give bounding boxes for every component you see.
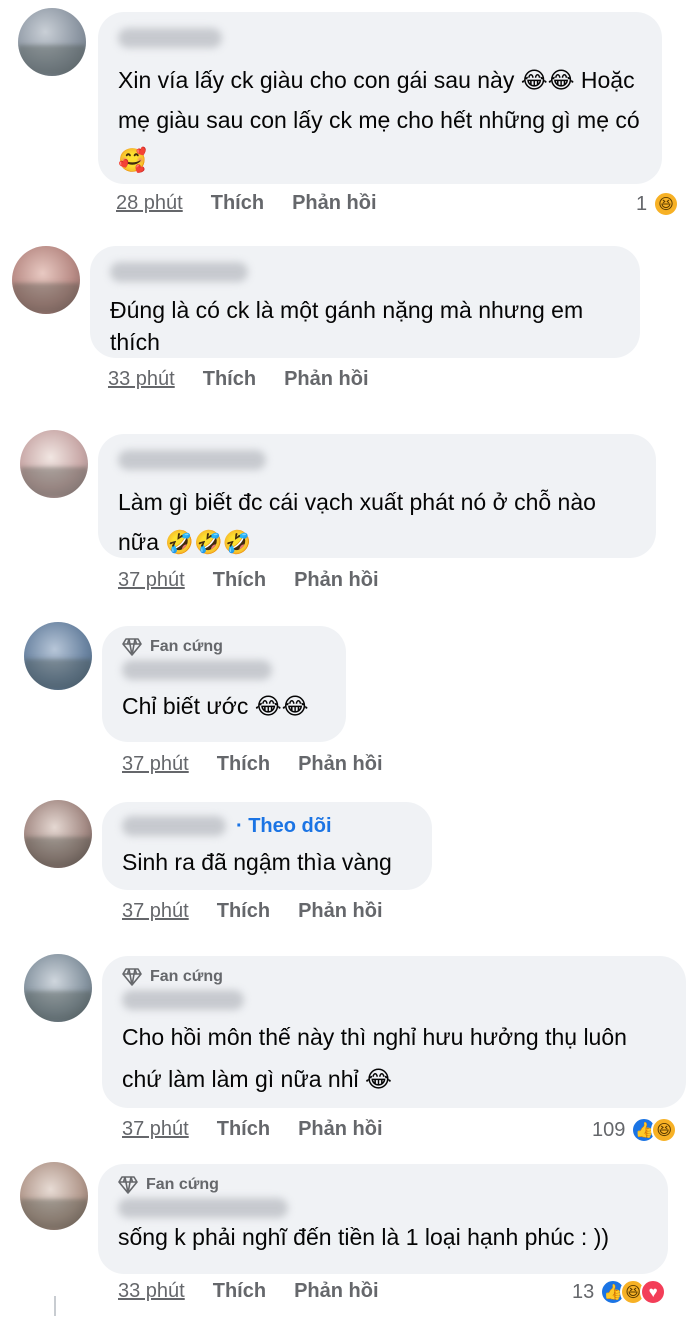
like-button[interactable]: Thích	[203, 368, 256, 391]
comment-text: Đúng là có ck là một gánh nặng mà nhưng …	[110, 297, 584, 355]
diamond-icon	[118, 1176, 138, 1194]
author-name-blurred[interactable]	[122, 816, 226, 836]
like-button[interactable]: Thích	[213, 569, 266, 592]
haha-reaction-icon: 😆	[653, 191, 680, 217]
comment-bubble: · Theo dõi Sinh ra đã ngậm thìa vàng	[102, 802, 432, 890]
reply-button[interactable]: Phản hồi	[294, 569, 378, 592]
timestamp-link[interactable]: 37 phút	[122, 900, 189, 923]
comment-text: Cho hồi môn thế này thì nghỉ hưu hưởng t…	[122, 1024, 627, 1092]
author-name-blurred[interactable]	[118, 1198, 288, 1218]
reply-button[interactable]: Phản hồi	[284, 368, 368, 391]
reaction-summary[interactable]: 109 👍 😆	[592, 1117, 678, 1143]
avatar[interactable]	[20, 430, 88, 498]
like-button[interactable]: Thích	[217, 753, 270, 776]
reaction-summary[interactable]: 13 👍 😆 ♥	[572, 1279, 667, 1305]
comment-bubble: Fan cứng sống k phải nghĩ đến tiền là 1 …	[98, 1164, 668, 1274]
like-button[interactable]: Thích	[211, 192, 264, 215]
comment-text: Chỉ biết ước 😂😂	[122, 693, 309, 719]
comment-actions: 37 phút Thích Phản hồi	[122, 900, 383, 923]
fan-badge: Fan cứng	[118, 1176, 648, 1194]
comment-bubble: Làm gì biết đc cái vạch xuất phát nó ở c…	[98, 434, 656, 558]
author-name-blurred[interactable]	[110, 262, 248, 282]
haha-reaction-icon: 😆	[651, 1117, 678, 1143]
author-name-blurred[interactable]	[122, 990, 244, 1010]
comment-text: Xin vía lấy ck giàu cho con gái sau này …	[118, 67, 640, 173]
reaction-summary[interactable]: 1 😆	[636, 191, 680, 217]
comment-text: Làm gì biết đc cái vạch xuất phát nó ở c…	[118, 489, 596, 555]
badge-label: Fan cứng	[150, 638, 223, 655]
avatar[interactable]	[24, 800, 92, 868]
like-button[interactable]: Thích	[213, 1280, 266, 1303]
reply-button[interactable]: Phản hồi	[298, 753, 382, 776]
avatar[interactable]	[18, 8, 86, 76]
reply-button[interactable]: Phản hồi	[298, 1118, 382, 1141]
fan-badge: Fan cứng	[122, 638, 326, 656]
avatar[interactable]	[24, 622, 92, 690]
avatar[interactable]	[12, 246, 80, 314]
badge-label: Fan cứng	[146, 1176, 219, 1193]
comment-bubble: Đúng là có ck là một gánh nặng mà nhưng …	[90, 246, 640, 358]
follow-link[interactable]: · Theo dõi	[236, 815, 332, 838]
comment-actions: 37 phút Thích Phản hồi	[118, 569, 379, 592]
comment-actions: 37 phút Thích Phản hồi	[122, 753, 383, 776]
timestamp-link[interactable]: 33 phút	[108, 368, 175, 391]
comment-text: sống k phải nghĩ đến tiền là 1 loại hạnh…	[118, 1224, 610, 1250]
timestamp-link[interactable]: 37 phút	[122, 753, 189, 776]
like-button[interactable]: Thích	[217, 1118, 270, 1141]
reaction-count: 109	[592, 1118, 626, 1141]
timestamp-link[interactable]: 28 phút	[116, 192, 183, 215]
diamond-icon	[122, 638, 142, 656]
comment-bubble: Fan cứng Chỉ biết ước 😂😂	[102, 626, 346, 742]
comment-actions: 33 phút Thích Phản hồi	[118, 1280, 379, 1303]
reaction-count: 1	[636, 192, 648, 215]
reply-button[interactable]: Phản hồi	[294, 1280, 378, 1303]
reply-button[interactable]: Phản hồi	[298, 900, 382, 923]
reaction-count: 13	[572, 1280, 595, 1303]
love-reaction-icon: ♥	[640, 1279, 667, 1305]
diamond-icon	[122, 968, 142, 986]
fan-badge: Fan cứng	[122, 968, 666, 986]
author-name-blurred[interactable]	[118, 28, 222, 48]
thread-connector-line	[54, 1296, 56, 1316]
reply-button[interactable]: Phản hồi	[292, 192, 376, 215]
avatar[interactable]	[20, 1162, 88, 1230]
author-row: · Theo dõi	[122, 812, 412, 840]
timestamp-link[interactable]: 37 phút	[122, 1118, 189, 1141]
avatar[interactable]	[24, 954, 92, 1022]
comment-actions: 37 phút Thích Phản hồi	[122, 1118, 383, 1141]
badge-label: Fan cứng	[150, 968, 223, 985]
comment-text: Sinh ra đã ngậm thìa vàng	[122, 849, 392, 875]
timestamp-link[interactable]: 37 phút	[118, 569, 185, 592]
like-button[interactable]: Thích	[217, 900, 270, 923]
comment-actions: 33 phút Thích Phản hồi	[108, 368, 369, 391]
timestamp-link[interactable]: 33 phút	[118, 1280, 185, 1303]
author-name-blurred[interactable]	[118, 450, 266, 470]
comment-bubble: Xin vía lấy ck giàu cho con gái sau này …	[98, 12, 662, 184]
comment-bubble: Fan cứng Cho hồi môn thế này thì nghỉ hư…	[102, 956, 686, 1108]
comment-actions: 28 phút Thích Phản hồi	[116, 192, 377, 215]
author-name-blurred[interactable]	[122, 660, 272, 680]
